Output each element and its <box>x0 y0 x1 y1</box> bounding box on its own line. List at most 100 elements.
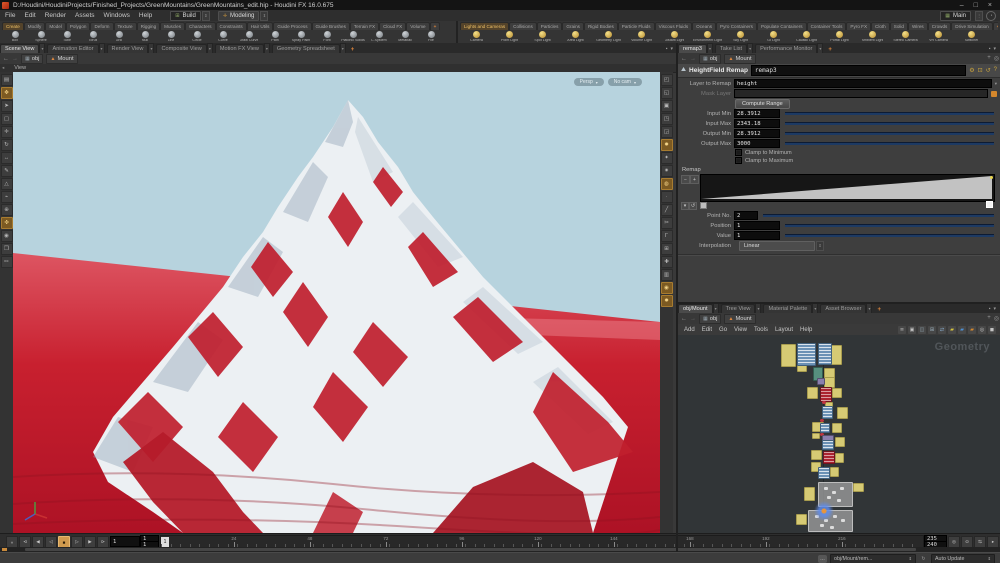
shelf-tab-cloud-fx[interactable]: Cloud FX <box>379 22 406 30</box>
param-tab-remap3[interactable]: remap3 <box>678 44 707 53</box>
output-max-slider[interactable] <box>785 142 994 145</box>
output-min-field[interactable]: 28.3912 <box>734 129 780 138</box>
shelf-tab-terrain-fx[interactable]: Terrain FX <box>350 22 379 30</box>
box-select-icon[interactable]: ❒ <box>1 243 13 255</box>
net-tab-obj-mount[interactable]: obj/Mount <box>678 304 713 313</box>
network-node-blue[interactable] <box>822 406 833 419</box>
menu-file[interactable]: File <box>5 12 15 19</box>
shelf-tab-constraints[interactable]: Constraints <box>216 22 247 30</box>
shade-smooth-icon[interactable]: ▣ <box>661 100 673 112</box>
shelf-tab-model[interactable]: Model <box>45 22 66 30</box>
network-overview-icon[interactable]: ▣ <box>908 326 916 334</box>
path-back-icon[interactable]: ← <box>681 56 687 62</box>
network-node-postit[interactable] <box>811 450 822 460</box>
network-editor-canvas[interactable]: Geometry <box>678 335 1000 533</box>
display-options-icon[interactable]: ✹ <box>661 295 673 307</box>
path-obj-chip[interactable]: ▦ obj <box>21 54 43 64</box>
shelf-tool-spot-light[interactable]: Spot Light <box>526 30 559 43</box>
network-node-mini[interactable] <box>837 499 841 502</box>
network-menu-view[interactable]: View <box>734 327 747 333</box>
mask-layer-field[interactable] <box>734 89 988 98</box>
network-node-postit[interactable] <box>797 365 807 372</box>
ramp-handle-track[interactable] <box>700 201 993 208</box>
background-image-icon[interactable]: ▥ <box>661 269 673 281</box>
shelf-tool-torus[interactable]: Torus <box>80 30 106 43</box>
menu-edit[interactable]: Edit <box>24 12 35 19</box>
layout-quad-icon[interactable]: ◱ <box>661 87 673 99</box>
shelf-tab-pyro-containers[interactable]: Pyro Containers <box>716 22 757 30</box>
shelf-tab-muscles[interactable]: Muscles <box>160 22 185 30</box>
shelf-tool-caustic-light[interactable]: Caustic Light <box>790 30 823 43</box>
mask-icon[interactable] <box>991 91 997 97</box>
close-button[interactable]: × <box>988 2 992 9</box>
network-node-mini[interactable] <box>824 487 828 490</box>
output-max-field[interactable]: 3000 <box>734 139 780 148</box>
path-forward-icon[interactable]: → <box>12 56 18 62</box>
sticky-notes-icon[interactable]: ▰ <box>948 326 956 334</box>
split-horizontal-icon[interactable]: ◫ <box>918 326 926 334</box>
view-tool-icon[interactable]: ✥ <box>1 87 13 99</box>
shelf-tool-draw-curve[interactable]: Draw Curve <box>236 30 262 43</box>
shelf-tool-box[interactable]: Box <box>2 30 28 43</box>
net-tab-tree-view[interactable]: Tree View <box>721 304 756 313</box>
clamp-to-maximum-checkbox[interactable] <box>735 157 742 164</box>
scene-tab-composite-view[interactable]: Composite View <box>156 44 206 53</box>
shelf-tool-distant-light[interactable]: Distant Light <box>658 30 691 43</box>
shelf-tab-viscous-fluids[interactable]: Viscous Fluids <box>655 22 693 30</box>
point-no-slider[interactable] <box>763 214 994 217</box>
network-node-blue[interactable] <box>820 423 830 433</box>
shelf-tool-camera[interactable]: Camera <box>460 30 493 43</box>
shelf-tab-characters[interactable]: Characters <box>185 22 215 30</box>
shelf-tab-rigging[interactable]: Rigging <box>137 22 161 30</box>
add-shelf-tab-icon[interactable]: + <box>430 22 441 30</box>
tab-dropdown-icon[interactable]: ▾ <box>812 303 818 313</box>
current-frame-field[interactable]: 1 <box>110 536 140 547</box>
tab-dropdown-icon[interactable]: ▾ <box>755 303 761 313</box>
shelf-tool-grid[interactable]: Grid <box>106 30 132 43</box>
shelf-tab-particles[interactable]: Particles <box>537 22 563 30</box>
network-menu-edit[interactable]: Edit <box>702 327 712 333</box>
network-node-postit[interactable] <box>835 453 844 463</box>
draw-tool-icon[interactable]: ✏ <box>1 256 13 268</box>
shelf-tool-geometry-light[interactable]: Geometry Light <box>592 30 625 43</box>
point-no-field[interactable]: 2 <box>734 211 758 220</box>
shade-flat-icon[interactable]: ◲ <box>661 126 673 138</box>
network-node-red[interactable] <box>820 387 832 402</box>
pane-menu-icon[interactable]: ▪ <box>989 46 991 52</box>
current-node-path-select[interactable]: obj/Mount/rem... ⇕ <box>830 554 916 563</box>
layout-single-icon[interactable]: ◰ <box>661 74 673 86</box>
scale-tool-icon[interactable]: ↔ <box>1 152 13 164</box>
recook-icon[interactable]: ↻ <box>919 555 928 563</box>
pane-split-icon[interactable]: ▾ <box>993 46 996 52</box>
shelf-tab-texture[interactable]: Texture <box>114 22 137 30</box>
shelf-tab-solid[interactable]: Solid <box>890 22 908 30</box>
network-menu-help[interactable]: Help <box>800 327 812 333</box>
network-snapshot-icon[interactable]: ◼ <box>988 326 996 334</box>
path-back-icon[interactable]: ← <box>3 56 9 62</box>
param-tab-take-list[interactable]: Take List <box>715 44 747 53</box>
tab-dropdown-icon[interactable]: ▾ <box>39 43 45 53</box>
shelf-tab-populate-containers[interactable]: Populate Containers <box>757 22 807 30</box>
shelf-tab-drive-simulation[interactable]: Drive Simulation <box>951 22 992 30</box>
shelf-tool-platonic-solids[interactable]: Platonic Solids <box>340 30 366 43</box>
node-name-field[interactable]: remap3 <box>751 65 966 76</box>
network-node-postit[interactable] <box>796 514 807 525</box>
scene-tab-motion-fx-view[interactable]: Motion FX View <box>215 44 264 53</box>
param-target-icon[interactable]: ◎ <box>994 55 999 62</box>
net-tab-material-palette[interactable]: Material Palette <box>763 304 812 313</box>
split-vertical-icon[interactable]: ⊞ <box>928 326 936 334</box>
shelf-tab-container-tools[interactable]: Container Tools <box>807 22 847 30</box>
rotate-tool-icon[interactable]: ↻ <box>1 139 13 151</box>
message-log-icon[interactable]: … <box>818 555 827 563</box>
tab-dropdown-icon[interactable]: ▾ <box>207 43 213 53</box>
range-slider[interactable] <box>25 548 916 551</box>
network-node-mini[interactable] <box>820 524 824 527</box>
shelf-tool-ambient-light[interactable]: Ambient Light <box>856 30 889 43</box>
shelf-tab-oceans[interactable]: Oceans <box>692 22 716 30</box>
main-spinner-icon[interactable]: ⋮ <box>975 11 983 21</box>
color-palette-icon[interactable]: ▰ <box>958 326 966 334</box>
network-menu-add[interactable]: Add <box>684 327 695 333</box>
shelf-tab-modify[interactable]: Modify <box>24 22 46 30</box>
pane-split-icon[interactable]: ▾ <box>993 306 996 312</box>
network-node-postit[interactable] <box>832 388 842 398</box>
